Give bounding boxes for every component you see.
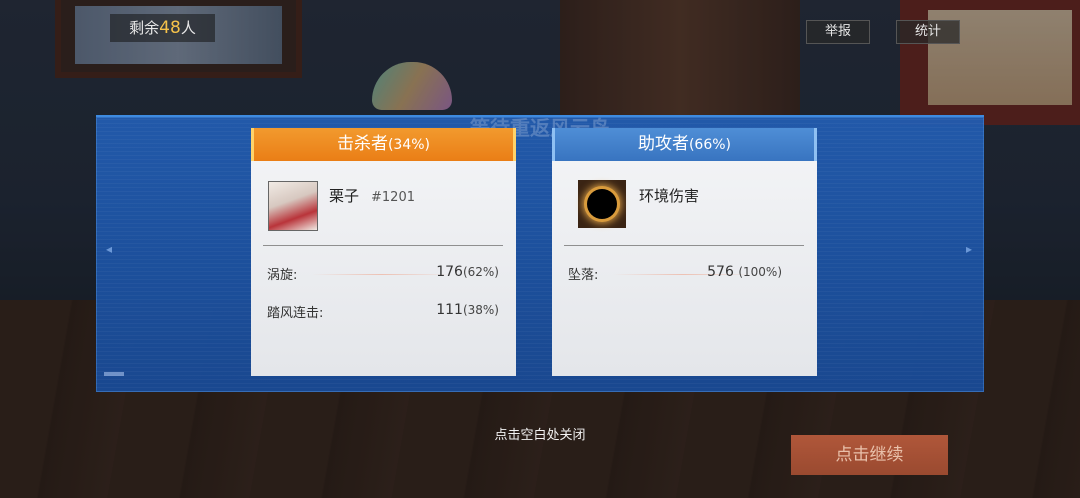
remaining-prefix: 剩余 — [129, 19, 160, 37]
stats-button[interactable]: 统计 — [896, 20, 960, 44]
assist-card: 助攻者(66%) 环境伤害 坠落: 576 (100%) — [552, 128, 817, 376]
stat-value: 576 — [707, 264, 734, 280]
assist-name: 环境伤害 — [639, 187, 700, 205]
killer-name: 栗子 — [329, 187, 360, 205]
stat-percent: (100%) — [738, 265, 782, 279]
killer-card: 击杀者(34%) 栗子 #1201 涡旋: 176(62%) 踏风连击: 111(… — [251, 128, 516, 376]
assist-header-percent: (66%) — [688, 137, 732, 153]
stat-value-group: 111(38%) — [436, 302, 499, 318]
assist-stat-row: 坠落: 576 (100%) — [568, 264, 800, 284]
continue-button[interactable]: 点击继续 — [791, 435, 948, 475]
elimination-panel: 等待重返风云岛 ◂ ▸ — [96, 115, 984, 392]
killer-header: 击杀者(34%) — [251, 128, 516, 161]
stat-value: 176 — [436, 264, 463, 280]
assist-header-label: 助攻者 — [637, 134, 689, 154]
killer-tag: #1201 — [371, 190, 415, 205]
killer-header-label: 击杀者 — [336, 134, 388, 154]
killer-stat-row: 踏风连击: 111(38%) — [267, 302, 499, 322]
report-button[interactable]: 举报 — [806, 20, 870, 44]
panel-corner-mark — [104, 372, 124, 376]
remaining-count: 48 — [159, 18, 181, 38]
panel-title: 等待重返风云岛 — [470, 116, 610, 140]
right-arrow-icon: ▸ — [965, 242, 972, 256]
stat-bar — [312, 274, 452, 275]
stat-label: 坠落: — [568, 268, 599, 283]
card-divider — [263, 245, 503, 246]
eclipse-ring-icon — [587, 189, 617, 219]
stat-percent: (62%) — [462, 265, 499, 279]
stat-label: 踏风连击: — [267, 306, 324, 321]
stat-percent: (38%) — [462, 303, 499, 317]
killer-name-line: 栗子 #1201 — [329, 185, 415, 206]
game-screen[interactable]: 剩余48人 举报 统计 等待重返风云岛 ◂ ▸ 击杀者(34%) 栗子 #1201… — [0, 0, 1080, 498]
killer-header-percent: (34%) — [387, 137, 431, 153]
remaining-suffix: 人 — [180, 19, 196, 37]
environment-damage-icon — [578, 180, 626, 228]
stat-value-group: 576 (100%) — [707, 264, 782, 280]
killer-stat-row: 涡旋: 176(62%) — [267, 264, 499, 284]
stat-label: 涡旋: — [267, 268, 298, 283]
killer-avatar[interactable] — [268, 181, 318, 231]
card-divider — [564, 245, 804, 246]
assist-header: 助攻者(66%) — [552, 128, 817, 161]
left-arrow-icon: ◂ — [106, 242, 113, 256]
remaining-players-counter: 剩余48人 — [110, 14, 215, 42]
stat-value-group: 176(62%) — [436, 264, 499, 280]
stat-value: 111 — [436, 302, 463, 318]
